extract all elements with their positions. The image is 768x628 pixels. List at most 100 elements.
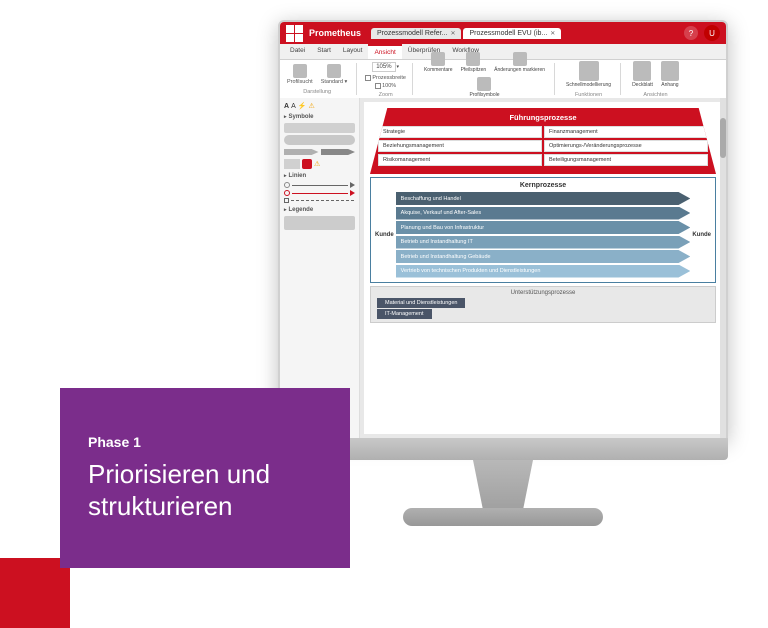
ribbon-tab-datei[interactable]: Datei xyxy=(284,44,311,59)
fuehrung-item-strategie: Strategie xyxy=(378,126,542,138)
legend-rect xyxy=(284,216,355,230)
fuehrung-item-beteiligung: Beteiligungsmanagement xyxy=(544,154,708,166)
user-button[interactable]: U xyxy=(704,25,720,41)
shape-small-1[interactable] xyxy=(284,159,300,169)
fuehrung-item-risiko: Risikomanagement xyxy=(378,154,542,166)
canvas-area[interactable]: Führungsprozesse Strategie Finanzmanagem… xyxy=(360,98,726,438)
text-icon-a2[interactable]: A xyxy=(291,103,296,110)
arrow-end-gray xyxy=(350,182,355,188)
kern-process-2: Akquise, Verkauf und After-Sales xyxy=(396,207,691,220)
paragraph-icon[interactable]: ⚡ xyxy=(298,102,307,110)
kern-arrows: Beschaffung und Handel Akquise, Verkauf … xyxy=(396,192,691,278)
warning-small-icon: ⚠ xyxy=(314,160,320,168)
kern-process-6: Vertrieb von technischen Produkten und D… xyxy=(396,265,691,278)
warning-icon[interactable]: ⚠ xyxy=(308,102,314,110)
kommentare-button[interactable]: Kommentare xyxy=(421,51,456,74)
zoom-100-checkbox[interactable] xyxy=(375,83,381,89)
kern-right-label: Kunde xyxy=(692,232,711,238)
vertical-scrollbar[interactable] xyxy=(720,98,726,438)
prozessbreite-checkbox[interactable] xyxy=(365,75,371,81)
process-diagram: Führungsprozesse Strategie Finanzmanagem… xyxy=(370,108,716,428)
tab-2-label: Prozessmodell EVU (ib... xyxy=(469,30,547,37)
canvas-content: Führungsprozesse Strategie Finanzmanagem… xyxy=(364,102,722,434)
tab-2-close[interactable]: ✕ xyxy=(550,30,555,37)
shape-arrow-1[interactable] xyxy=(284,147,319,157)
ribbon-group-funktionen: Schnellmodellierung Funktionen xyxy=(563,63,621,95)
anhang-button[interactable]: Anhang xyxy=(658,60,682,89)
kern-inner: Kunde Beschaffung und Handel Akquise, Ve… xyxy=(375,192,711,278)
linien-section-title: Linien xyxy=(284,173,355,179)
shape-arrow-2[interactable] xyxy=(321,147,356,157)
kern-section: Kernprozesse Kunde Beschaffung und Hande… xyxy=(370,177,716,283)
fuehrung-item-finanz: Finanzmanagement xyxy=(544,126,708,138)
phase-title: Priorisieren und strukturieren xyxy=(88,458,322,523)
scrollbar-thumb[interactable] xyxy=(720,118,726,158)
left-panel: A A ⚡ ⚠ Symbole ⚠ xyxy=(280,98,360,438)
profilsucht-button[interactable]: Profilsucht xyxy=(284,63,316,86)
work-area: A A ⚡ ⚠ Symbole ⚠ xyxy=(280,98,726,438)
titlebar-right: ? U xyxy=(684,25,720,41)
symbole-section-title: Symbole xyxy=(284,114,355,120)
ribbon-tab-layout[interactable]: Layout xyxy=(337,44,369,59)
phase-label: Phase 1 xyxy=(88,434,322,450)
schnellmodellierung-button[interactable]: Schnellmodellierung xyxy=(563,60,614,89)
ribbon-tab-start[interactable]: Start xyxy=(311,44,337,59)
fuehrung-grid: Strategie Finanzmanagement Beziehungsman… xyxy=(378,126,708,166)
ribbon-group-ansichten: Deckblatt Anhang Ansichten xyxy=(629,63,688,95)
kern-process-4: Betrieb und Instandhaltung IT xyxy=(396,236,691,249)
ribbon-group-zoom: 105% ▾ Prozessbreite 100% Zoom xyxy=(365,63,413,95)
tab-1-close[interactable]: ✕ xyxy=(450,30,455,37)
kern-process-5: Betrieb und Instandhaltung Gebäude xyxy=(396,250,691,263)
unterstuetz-item-1: Material und Dienstleistungen xyxy=(377,298,465,308)
phase-overlay-box: Phase 1 Priorisieren und strukturieren xyxy=(60,388,350,568)
ribbon-group-darstellung: Profilsucht Standard ▾ Darstellung xyxy=(284,63,357,95)
shape-rect-1[interactable] xyxy=(284,123,355,133)
decorative-red-square xyxy=(0,558,70,628)
kern-title: Kernprozesse xyxy=(375,182,711,189)
legende-section-title: Legende xyxy=(284,207,355,213)
panel-toolbar: A A ⚡ ⚠ xyxy=(284,102,355,110)
titlebar: Prometheus Prozessmodell Refer... ✕ Proz… xyxy=(280,22,726,44)
kern-left-label: Kunde xyxy=(375,232,394,238)
line-start-gray xyxy=(284,182,290,188)
shape-rect-2[interactable] xyxy=(284,135,355,145)
line-start-red xyxy=(284,190,290,196)
ribbon-tab-ansicht[interactable]: Ansicht xyxy=(368,44,401,59)
monitor-screen: Prometheus Prozessmodell Refer... ✕ Proz… xyxy=(278,20,728,440)
zoom-input[interactable]: 105% ▾ xyxy=(369,61,402,73)
standard-dropdown[interactable]: Standard ▾ xyxy=(318,63,351,86)
unterstuetz-item-2: IT-Management xyxy=(377,309,432,319)
ribbon-group-markieren: Kommentare Pfeilspitzen Änderungen marki… xyxy=(421,63,555,95)
aenderungen-button[interactable]: Änderungen markieren xyxy=(491,51,548,74)
fuehrung-title: Führungsprozesse xyxy=(378,113,708,122)
text-icon-a1[interactable]: A xyxy=(284,103,289,110)
darstellung-label: Darstellung xyxy=(303,89,331,95)
kern-process-1: Beschaffung und Handel xyxy=(396,192,691,205)
pfeilspitzen-button[interactable]: Pfeilspitzen xyxy=(458,51,490,74)
help-button[interactable]: ? xyxy=(684,26,698,40)
unterstuetz-title: Unterstützungsprozesse xyxy=(377,290,709,296)
zoom-label: Zoom xyxy=(379,92,393,98)
help-icon: ? xyxy=(689,29,693,38)
kern-process-3: Planung und Bau von Infrastruktur xyxy=(396,221,691,234)
profilsymbole-button[interactable]: Profilsymbole xyxy=(466,76,502,99)
deckblatt-button[interactable]: Deckblatt xyxy=(629,60,656,89)
tab-2[interactable]: Prozessmodell EVU (ib... ✕ xyxy=(463,28,561,39)
monitor-stand-neck xyxy=(453,460,553,510)
unterstuetz-section: Unterstützungsprozesse Material und Dien… xyxy=(370,286,716,324)
line-gray xyxy=(292,185,348,186)
app-name: Prometheus xyxy=(309,28,361,38)
fuehrung-item-beziehung: Beziehungsmanagement xyxy=(378,140,542,152)
line-dashed xyxy=(291,200,355,201)
ribbon-content: Profilsucht Standard ▾ Darstellung 105% … xyxy=(280,60,726,98)
tab-1[interactable]: Prozessmodell Refer... ✕ xyxy=(371,28,461,39)
line-start-dashed xyxy=(284,198,289,203)
shape-red[interactable] xyxy=(302,159,312,169)
darstellung-row: Profilsucht Standard ▾ xyxy=(284,63,350,86)
fuehrung-item-optimierung: Optimierungs-/Veränderungsprozesse xyxy=(544,140,708,152)
shape-row xyxy=(284,147,355,157)
tab-1-label: Prozessmodell Refer... xyxy=(377,30,447,37)
arrow-end-red xyxy=(350,190,355,196)
line-red xyxy=(292,193,348,194)
app-grid-icon xyxy=(286,25,303,42)
